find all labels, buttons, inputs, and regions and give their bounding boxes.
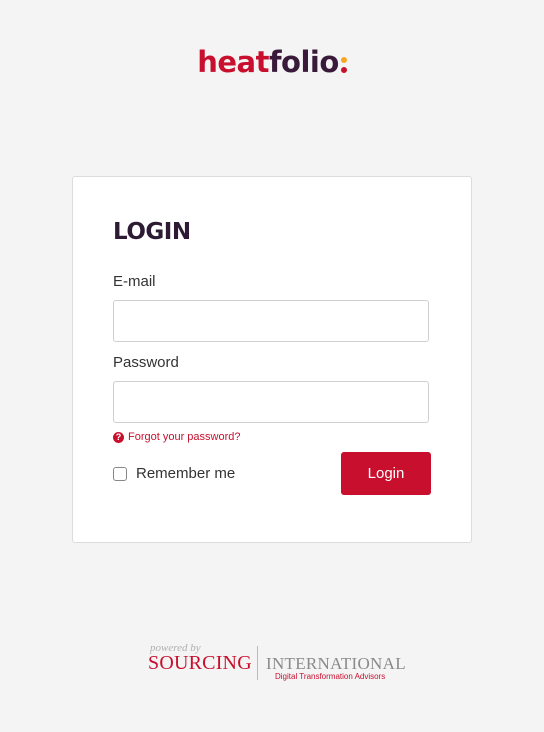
powered-by-logo: powered by SOURCING INTERNATIONAL Digita… [148, 642, 406, 684]
email-label: E-mail [113, 273, 156, 290]
logo-dots [340, 57, 347, 73]
login-card: LOGIN E-mail Password ? Forgot your pass… [72, 176, 472, 543]
logo-dot-red [340, 67, 347, 73]
forgot-password-text: Forgot your password? [128, 431, 241, 443]
remember-me-label: Remember me [136, 465, 236, 482]
email-field[interactable] [113, 300, 429, 342]
logo-dot-orange [340, 57, 347, 63]
tagline-text: Digital Transformation Advisors [275, 672, 386, 681]
remember-me[interactable]: Remember me [113, 465, 235, 482]
sourcing-text: SOURCING [148, 652, 252, 674]
footer-divider [257, 646, 258, 680]
international-text: INTERNATIONAL [266, 654, 406, 673]
password-field[interactable] [113, 381, 429, 423]
forgot-password-link[interactable]: ? Forgot your password? [113, 431, 241, 443]
logo-container: heat folio [0, 46, 544, 78]
logo-text-heat: heat [197, 45, 269, 79]
heatfolio-logo: heat folio [197, 46, 347, 78]
login-title: LOGIN [113, 219, 191, 245]
login-button[interactable]: Login [341, 452, 431, 495]
logo-text-folio: folio [268, 45, 339, 79]
question-circle-icon: ? [113, 431, 124, 443]
remember-me-checkbox[interactable] [113, 466, 127, 481]
password-label: Password [113, 354, 179, 371]
